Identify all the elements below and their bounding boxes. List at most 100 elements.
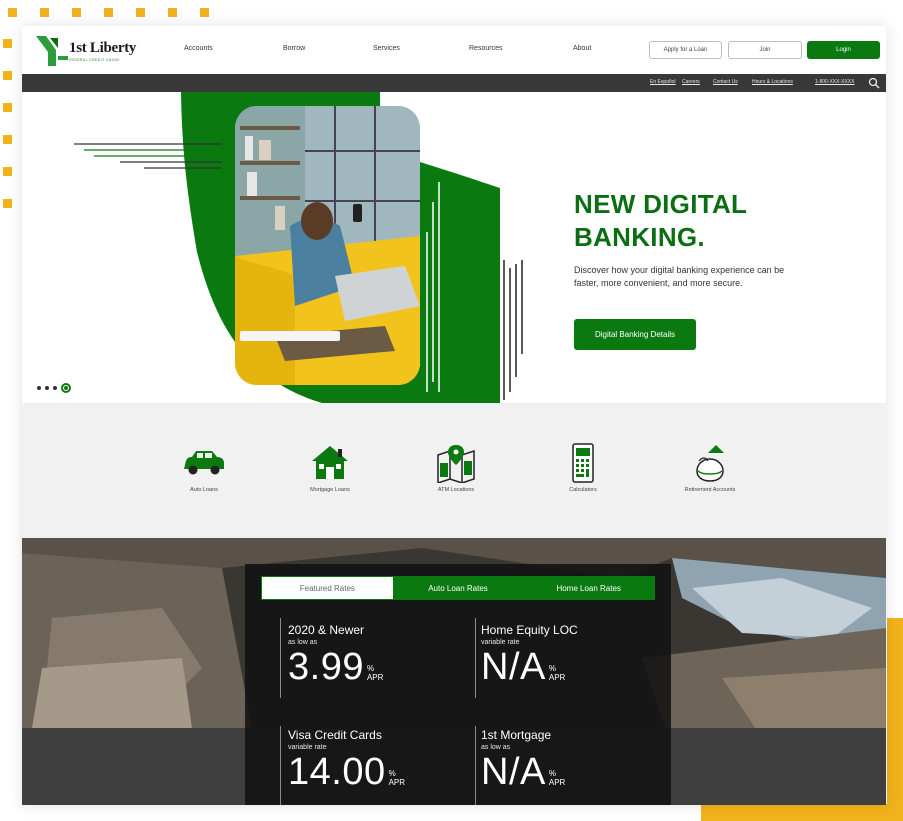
rate-value: 14.00 — [288, 751, 386, 793]
site-header: 1st Liberty FEDERAL CREDIT UNION Account… — [22, 26, 886, 74]
carousel-dot[interactable] — [37, 386, 41, 390]
utility-link-contact[interactable]: Contact Us — [713, 79, 738, 85]
decorative-dot — [168, 8, 177, 17]
rate-unit: % APR — [367, 664, 383, 682]
utility-link-espanol[interactable]: En Español — [650, 79, 676, 85]
decorative-dot — [3, 71, 12, 80]
rate-value: 3.99 — [288, 646, 364, 688]
rate-card[interactable]: Home Equity LOC variable rate N/A % APR — [481, 623, 578, 686]
quick-link-mortgage[interactable]: Mortgage Loans — [280, 443, 380, 493]
logo-mark-icon — [36, 36, 68, 66]
carousel-indicators — [37, 383, 71, 393]
rate-qualifier: as low as — [481, 744, 511, 751]
utility-link-careers[interactable]: Careers — [682, 79, 700, 85]
rate-divider — [475, 618, 476, 698]
rate-unit-apr: APR — [366, 673, 384, 682]
hero-green-shapes — [74, 92, 523, 403]
nav-item-about[interactable]: About — [573, 45, 591, 52]
rate-value-group: N/A % APR — [481, 753, 565, 791]
rate-card[interactable]: 1st Mortgage as low as N/A % APR — [481, 728, 565, 791]
brand-name: 1st Liberty — [69, 40, 137, 56]
decorative-dot — [3, 103, 12, 112]
decorative-dot — [3, 135, 12, 144]
rate-unit: % APR — [549, 664, 565, 682]
rate-title: Visa Credit Cards — [288, 728, 382, 742]
calculator-icon — [572, 443, 594, 483]
hero-title-line2: BANKING. — [574, 222, 705, 252]
rate-value: N/A — [481, 646, 546, 688]
website-frame: 1st Liberty FEDERAL CREDIT UNION Account… — [22, 26, 886, 805]
quick-link-label: ATM Locations — [437, 487, 475, 493]
rate-unit-apr: APR — [388, 778, 406, 787]
brand-tagline: FEDERAL CREDIT UNION — [69, 58, 120, 62]
search-icon[interactable] — [868, 77, 880, 89]
nav-item-borrow[interactable]: Borrow — [283, 45, 305, 52]
rate-divider — [280, 618, 281, 698]
join-button[interactable]: Join — [728, 41, 802, 59]
quick-link-label: Auto Loans — [190, 487, 218, 493]
carousel-dot[interactable] — [53, 386, 57, 390]
tab-featured-rates[interactable]: Featured Rates — [262, 577, 393, 599]
rate-card[interactable]: 2020 & Newer as low as 3.99 % APR — [288, 623, 383, 686]
decorative-dot — [8, 8, 17, 17]
rate-value-group: N/A % APR — [481, 648, 578, 686]
quick-link-retirement[interactable]: Retirement Accounts — [660, 443, 760, 493]
rate-unit-percent: % — [548, 664, 556, 673]
login-button[interactable]: Login — [807, 41, 880, 59]
digital-banking-details-button[interactable]: Digital Banking Details — [574, 319, 696, 350]
rate-qualifier: variable rate — [288, 744, 327, 751]
tab-home-loan-rates[interactable]: Home Loan Rates — [523, 577, 654, 599]
page-stage: 1st Liberty FEDERAL CREDIT UNION Account… — [0, 0, 903, 821]
rate-divider — [475, 726, 476, 805]
nav-item-services[interactable]: Services — [373, 45, 400, 52]
carousel-dot[interactable] — [45, 386, 49, 390]
utility-link-phone[interactable]: 1-800-XXX-XXXX — [815, 79, 854, 85]
rate-value-group: 3.99 % APR — [288, 648, 383, 686]
decorative-dot — [40, 8, 49, 17]
hero-description: Discover how your digital banking experi… — [574, 265, 785, 288]
hero-banner: NEW DIGITAL BANKING. Discover how your d… — [22, 92, 886, 403]
rate-qualifier: as low as — [288, 639, 318, 646]
house-icon — [312, 446, 348, 479]
quick-link-auto-loans[interactable]: Auto Loans — [154, 443, 254, 493]
rate-unit-percent: % — [366, 664, 375, 673]
decorative-dot — [3, 199, 12, 208]
rate-unit: % APR — [549, 769, 565, 787]
rate-unit-apr: APR — [548, 673, 566, 682]
car-icon — [184, 451, 224, 475]
nav-item-resources[interactable]: Resources — [469, 45, 502, 52]
quick-link-atm[interactable]: ATM Locations — [406, 443, 506, 493]
tab-auto-loan-rates[interactable]: Auto Loan Rates — [393, 577, 524, 599]
decorative-dot — [3, 39, 12, 48]
quick-link-calculators[interactable]: Calculators — [533, 443, 633, 493]
rate-qualifier: variable rate — [481, 639, 520, 646]
quick-link-label: Retirement Accounts — [684, 487, 736, 493]
decorative-dot — [72, 8, 81, 17]
rate-title: 2020 & Newer — [288, 623, 365, 637]
rate-unit-percent: % — [388, 769, 396, 778]
decorative-dot — [104, 8, 113, 17]
rate-unit-percent: % — [548, 769, 556, 778]
decorative-dot — [3, 167, 12, 176]
rate-value-group: 14.00 % APR — [288, 753, 405, 791]
rate-value: N/A — [481, 751, 546, 793]
rate-unit: % APR — [389, 769, 405, 787]
carousel-dot-active[interactable] — [61, 383, 71, 393]
hero-title: NEW DIGITAL BANKING. — [574, 188, 747, 254]
rate-card[interactable]: Visa Credit Cards variable rate 14.00 % … — [288, 728, 405, 791]
rate-divider — [280, 726, 281, 805]
nav-item-accounts[interactable]: Accounts — [184, 45, 213, 52]
utility-bar: En Español Careers Contact Us Hours & Lo… — [22, 74, 886, 92]
utility-link-hours[interactable]: Hours & Locations — [752, 79, 793, 85]
map-pin-icon — [437, 445, 475, 483]
brand-logo[interactable]: 1st Liberty FEDERAL CREDIT UNION — [34, 34, 146, 68]
decorative-dot — [200, 8, 209, 17]
apply-loan-button[interactable]: Apply for a Loan — [649, 41, 722, 59]
nest-egg-icon — [696, 445, 724, 482]
hero-title-line1: NEW DIGITAL — [574, 189, 748, 219]
rate-title: Home Equity LOC — [481, 623, 578, 637]
rate-unit-apr: APR — [548, 778, 566, 787]
hero-photo — [235, 106, 420, 385]
rate-tabs: Featured Rates Auto Loan Rates Home Loan… — [261, 576, 655, 600]
decorative-dot — [136, 8, 145, 17]
